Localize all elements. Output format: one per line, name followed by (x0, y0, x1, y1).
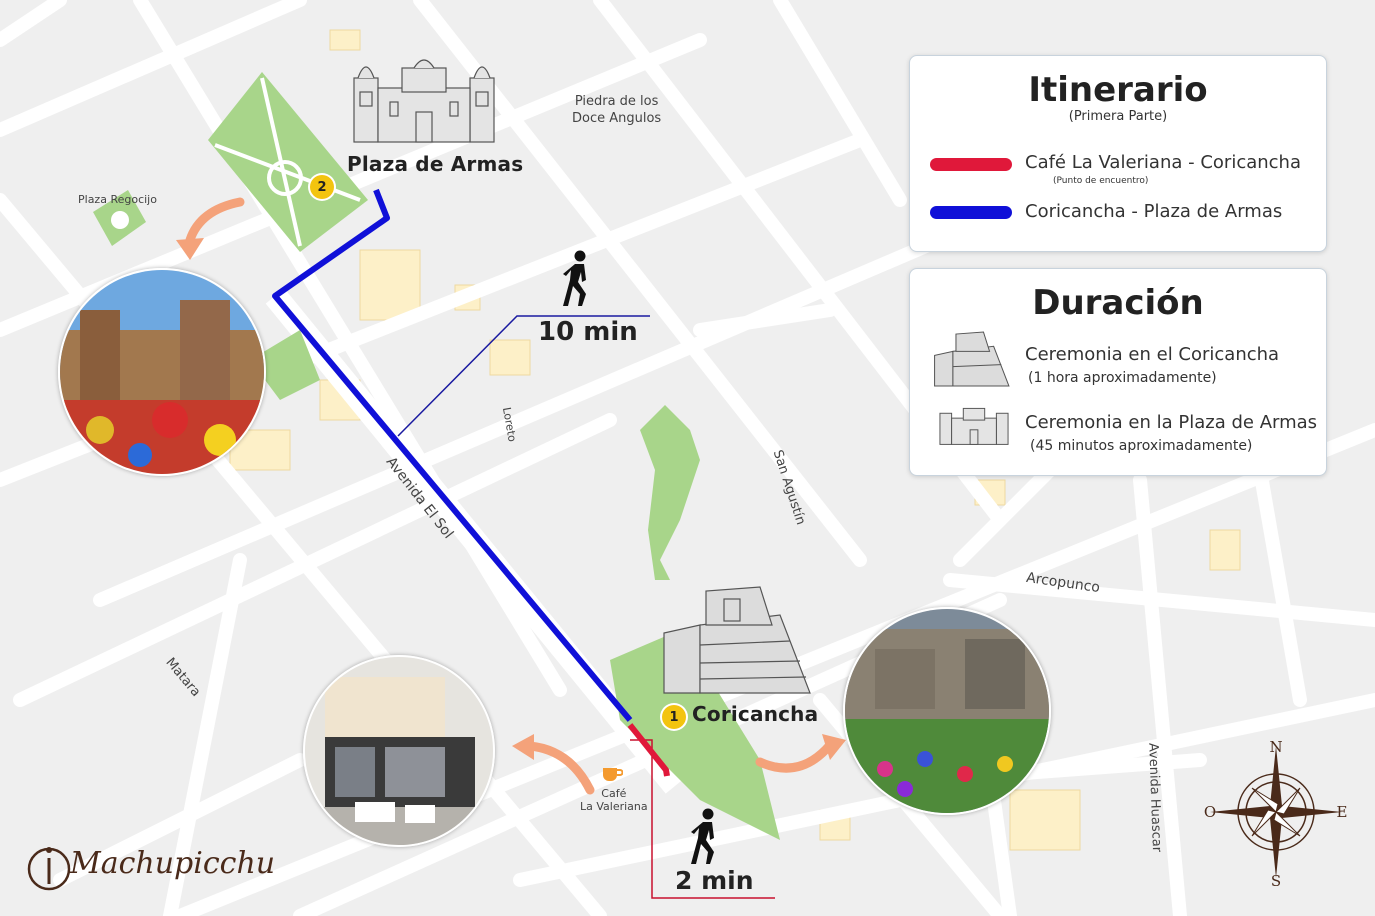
photo-plaza-de-armas (58, 268, 266, 476)
street-label-plaza-regocijo: Plaza Regocijo (78, 193, 157, 206)
cathedral-icon (939, 407, 1009, 445)
duration-detail-plaza: (45 minutos aproximadamente) (1030, 438, 1253, 454)
place-label-coricancha: Coricancha (692, 702, 819, 726)
walk-time-short: 2 min (675, 866, 754, 895)
coffee-cup-icon (603, 768, 623, 781)
duration-label-plaza: Ceremonia en la Plaza de Armas (1025, 412, 1318, 433)
stop-marker-1[interactable]: 1 (662, 705, 686, 729)
legend-note-red: (Punto de encuentro) (1053, 176, 1149, 186)
compass-e: E (1337, 803, 1348, 821)
itinerary-panel: Itinerario (Primera Parte) Café La Valer… (909, 55, 1327, 252)
legend-line-blue (930, 206, 1012, 219)
walking-person-icon (691, 808, 714, 864)
duration-detail-coricancha: (1 hora aproximadamente) (1028, 370, 1217, 386)
itinerary-title: Itinerario (1028, 70, 1208, 110)
compass-o: O (1204, 803, 1216, 821)
stop-marker-2[interactable]: 2 (310, 175, 334, 199)
itinerary-subtitle: (Primera Parte) (1068, 109, 1168, 124)
cathedral-icon (353, 59, 495, 143)
coricancha-temple-icon (934, 331, 1010, 387)
legend-label-blue: Coricancha - Plaza de Armas (1025, 201, 1283, 222)
photo-coricancha (843, 607, 1051, 815)
compass-n: N (1269, 738, 1282, 756)
street-label-piedra: Piedra de los Doce Angulos (572, 94, 662, 126)
photo-cafe-la-valeriana (303, 655, 495, 847)
compass-rose-icon: N S E O (1204, 738, 1348, 888)
brand-logo-text: Machupicchu (70, 846, 276, 881)
compass-s: S (1271, 872, 1281, 888)
coricancha-temple-icon (663, 586, 811, 694)
duration-panel: Duración Ceremonia en el Coricancha (1 h… (909, 268, 1327, 476)
legend-label-red: Café La Valeriana - Coricancha (1025, 152, 1301, 173)
place-label-cafe: Café La Valeriana (580, 787, 648, 813)
duration-label-coricancha: Ceremonia en el Coricancha (1025, 344, 1280, 365)
walking-person-icon (563, 250, 586, 306)
place-label-plaza-de-armas: Plaza de Armas (347, 152, 524, 176)
duration-title: Duración (1032, 283, 1204, 323)
walk-time-long: 10 min (538, 317, 638, 347)
legend-line-red (930, 158, 1012, 171)
brand-logo-icon (27, 847, 71, 891)
